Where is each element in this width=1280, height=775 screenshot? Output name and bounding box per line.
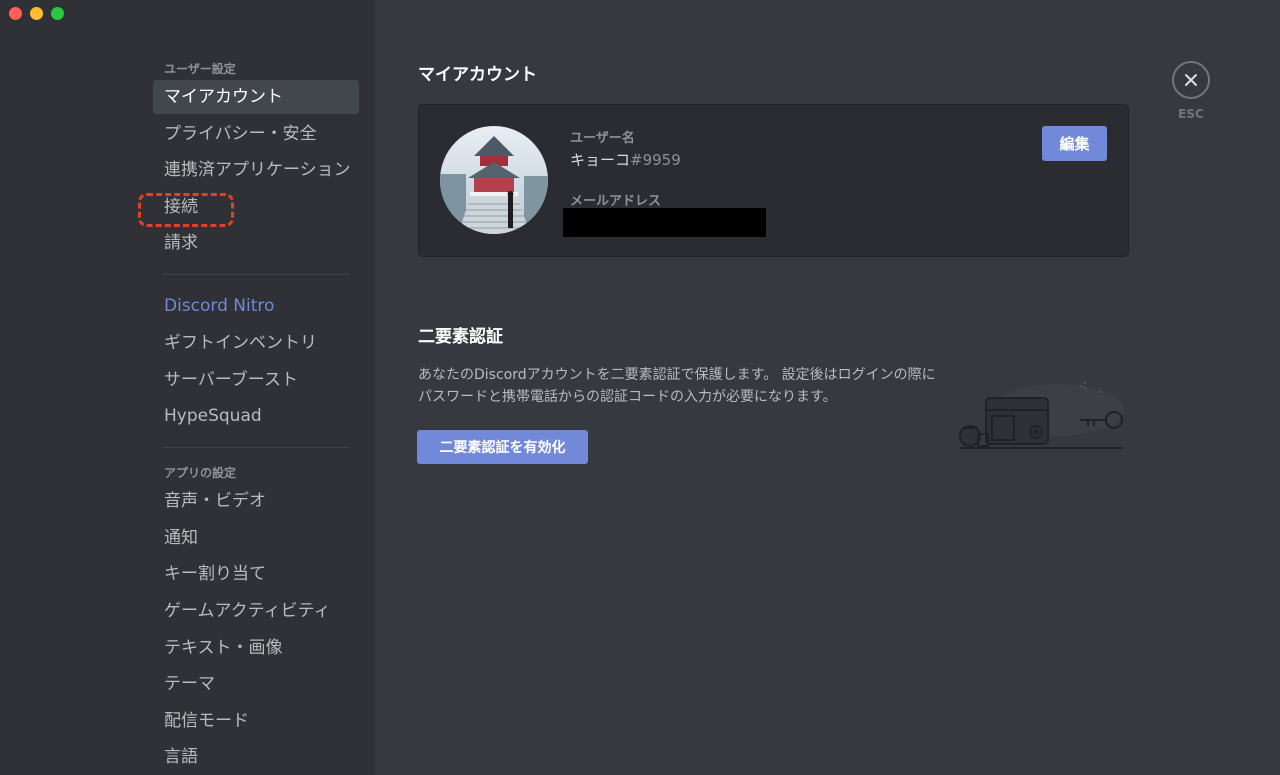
sidebar-item-notifications[interactable]: 通知 [153,521,359,555]
settings-sidebar: ユーザー設定 マイアカウント プライバシー・安全 連携済アプリケーション 接続 … [0,0,375,775]
close-button[interactable] [1172,61,1210,99]
window-close-button[interactable] [9,7,22,20]
settings-nav: ユーザー設定 マイアカウント プライバシー・安全 連携済アプリケーション 接続 … [153,58,359,775]
sidebar-item-voice-video[interactable]: 音声・ビデオ [153,484,359,518]
sidebar-divider [163,274,349,276]
close-settings[interactable]: ESC [1171,61,1211,121]
sidebar-item-streamer-mode[interactable]: 配信モード [153,704,359,738]
sidebar-item-privacy-safety[interactable]: プライバシー・安全 [153,117,359,151]
window-minimize-button[interactable] [30,7,43,20]
two-factor-title: 二要素認証 [418,327,503,347]
settings-content: マイアカウント ユーザー名 キョーコ#9959 メールアドレス 編集 二要素認証… [375,0,1280,775]
sidebar-item-my-account[interactable]: マイアカウント [153,80,359,114]
avatar-image [440,126,548,234]
sidebar-item-connections[interactable]: 接続 [153,190,359,224]
account-card: ユーザー名 キョーコ#9959 メールアドレス 編集 [418,104,1129,257]
sidebar-item-language[interactable]: 言語 [153,740,359,774]
esc-label: ESC [1178,107,1204,121]
sidebar-item-hypesquad[interactable]: HypeSquad [153,399,359,433]
avatar[interactable] [440,126,548,234]
app-settings-header: アプリの設定 [164,466,237,481]
safe-chest-illustration-icon [959,381,1124,449]
username-text: キョーコ [570,151,631,169]
username-label: ユーザー名 [570,131,635,146]
sidebar-item-authorized-apps[interactable]: 連携済アプリケーション [153,153,359,187]
close-icon [1185,74,1197,86]
sidebar-item-text-images[interactable]: テキスト・画像 [153,631,359,665]
two-factor-description: あなたのDiscordアカウントを二要素認証で保護します。 設定後はログインの際… [418,367,936,405]
sidebar-item-appearance[interactable]: テーマ [153,667,359,701]
edit-account-button[interactable]: 編集 [1042,126,1107,161]
sidebar-item-gift-inventory[interactable]: ギフトインベントリ [153,326,359,360]
window-controls [9,7,64,20]
my-account-title: マイアカウント [418,65,537,85]
window-zoom-button[interactable] [51,7,64,20]
email-label: メールアドレス [570,194,662,209]
sidebar-item-keybinds[interactable]: キー割り当て [153,557,359,591]
email-redacted-block [563,208,766,237]
user-settings-header: ユーザー設定 [164,62,236,76]
sidebar-item-billing[interactable]: 請求 [153,226,359,260]
sidebar-divider [163,447,349,449]
sidebar-item-discord-nitro[interactable]: Discord Nitro [153,289,359,323]
username-value: キョーコ#9959 [570,149,681,170]
sidebar-item-game-activity[interactable]: ゲームアクティビティ [153,594,359,628]
enable-two-factor-button[interactable]: 二要素認証を有効化 [417,430,588,464]
sidebar-item-server-boost[interactable]: サーバーブースト [153,363,359,397]
discriminator-text: #9959 [630,151,681,169]
